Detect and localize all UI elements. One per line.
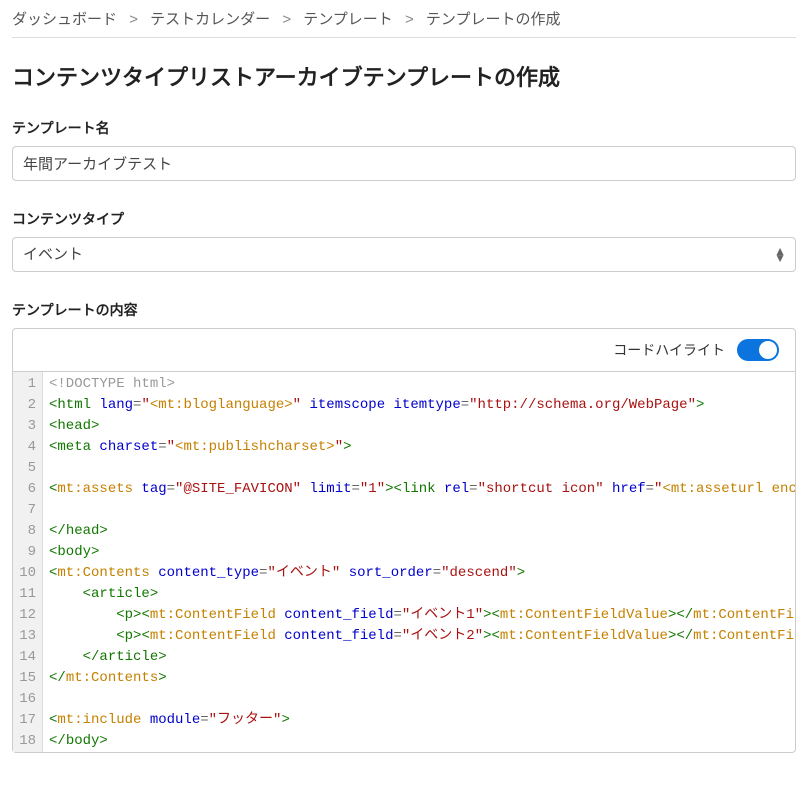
chevron-right-icon: > <box>405 11 414 28</box>
content-type-select[interactable]: イベント <box>12 237 796 272</box>
breadcrumb-dashboard[interactable]: ダッシュボード <box>12 11 117 28</box>
chevron-right-icon: > <box>129 11 138 28</box>
breadcrumb-templates[interactable]: テンプレート <box>303 11 393 28</box>
breadcrumb-current: テンプレートの作成 <box>426 11 561 28</box>
content-type-field: コンテンツタイプ イベント ▲▼ <box>12 209 796 272</box>
template-name-field: テンプレート名 <box>12 118 796 181</box>
page-title: コンテンツタイプリストアーカイブテンプレートの作成 <box>12 60 796 92</box>
chevron-right-icon: > <box>282 11 291 28</box>
editor-toolbar: コードハイライト <box>13 329 795 372</box>
code-gutter: 1 2 3 4 5 6 7 8 9 10 11 12 13 14 15 16 1… <box>13 372 43 752</box>
template-body-label: テンプレートの内容 <box>12 300 796 320</box>
code-editor[interactable]: 1 2 3 4 5 6 7 8 9 10 11 12 13 14 15 16 1… <box>13 372 795 752</box>
template-body-field: テンプレートの内容 コードハイライト 1 2 3 4 5 6 7 8 9 10 … <box>12 300 796 753</box>
code-lines[interactable]: <!DOCTYPE html> <html lang="<mt:bloglang… <box>43 372 795 752</box>
breadcrumb: ダッシュボード > テストカレンダー > テンプレート > テンプレートの作成 <box>12 0 796 38</box>
template-name-input[interactable] <box>12 146 796 181</box>
breadcrumb-test-calendar[interactable]: テストカレンダー <box>150 11 270 28</box>
content-type-label: コンテンツタイプ <box>12 209 796 229</box>
toggle-knob <box>759 341 777 359</box>
code-highlight-label: コードハイライト <box>613 340 725 360</box>
code-highlight-toggle[interactable] <box>737 339 779 361</box>
template-name-label: テンプレート名 <box>12 118 796 138</box>
code-editor-container: コードハイライト 1 2 3 4 5 6 7 8 9 10 11 12 13 1… <box>12 328 796 753</box>
